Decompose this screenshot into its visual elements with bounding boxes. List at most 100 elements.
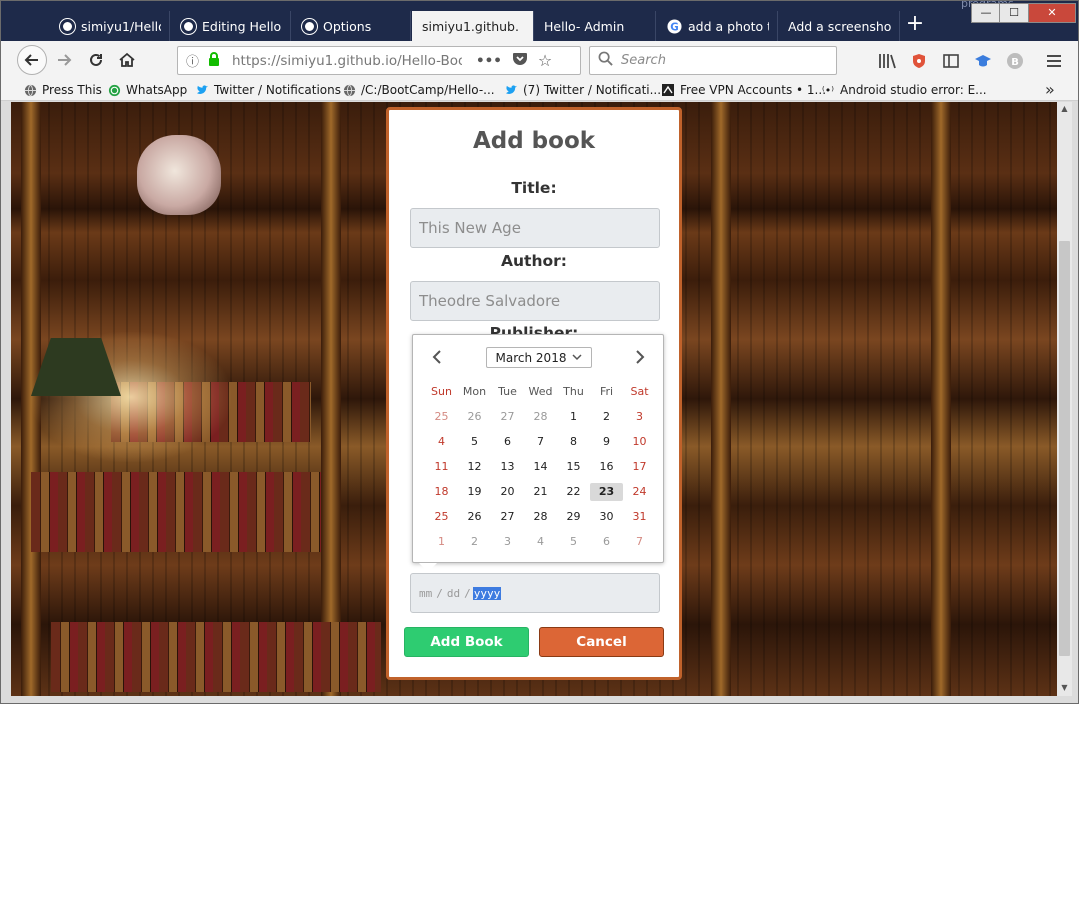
tab-add-photo[interactable]: G add a photo to [656,11,778,41]
calendar-day[interactable]: 25 [425,508,458,526]
calendar-day[interactable]: 12 [458,458,491,476]
calendar-day-outside[interactable]: 28 [524,408,557,426]
lock-icon[interactable] [208,51,224,70]
scroll-down-arrow-icon[interactable]: ▼ [1058,683,1071,692]
close-window-button[interactable]: ✕ [1028,3,1076,23]
reload-button[interactable] [81,45,111,75]
calendar-day[interactable]: 30 [590,508,623,526]
url-text[interactable]: https://simiyu1.github.io/Hello-Books/ [232,53,462,69]
calendar-day[interactable]: 24 [623,483,656,501]
tab-add-screenshot[interactable]: Add a screenshot to [778,11,900,41]
calendar-day-outside[interactable]: 26 [458,408,491,426]
date-input[interactable]: mm / dd / yyyy [410,573,660,613]
calendar-day[interactable]: 10 [623,433,656,451]
calendar-day[interactable]: 9 [590,433,623,451]
home-button[interactable] [112,45,142,75]
calendar-day[interactable]: 2 [590,408,623,426]
bookmark-star-icon[interactable]: ☆ [538,51,552,70]
calendar-day[interactable]: 4 [425,433,458,451]
calendar-day[interactable]: 22 [557,483,590,501]
calendar-day-outside[interactable]: 27 [491,408,524,426]
calendar-day[interactable]: 27 [491,508,524,526]
calendar-day-outside[interactable]: 3 [491,533,524,551]
calendar-day[interactable]: 21 [524,483,557,501]
calendar-day[interactable]: 17 [623,458,656,476]
extension-b-icon[interactable]: B [1005,51,1025,71]
cancel-button[interactable]: Cancel [539,627,664,657]
info-icon[interactable]: ⓘ [186,51,204,70]
calendar-day[interactable]: 5 [458,433,491,451]
minimize-button[interactable]: — [971,3,1001,23]
search-bar[interactable]: Search [589,46,837,75]
title-input[interactable] [410,208,660,248]
chevron-right-icon [636,350,645,364]
shield-extension-icon[interactable] [909,51,929,71]
calendar-day-outside[interactable]: 4 [524,533,557,551]
tab-github-repo[interactable]: simiyu1/Hello- [49,11,170,41]
book-row [31,472,321,552]
calendar-day-outside[interactable]: 6 [590,533,623,551]
bookmark-android-studio[interactable]: ⁽•⁾ Android studio error: E... [821,82,987,98]
calendar-day[interactable]: 14 [524,458,557,476]
calendar-day-outside[interactable]: 2 [458,533,491,551]
calendar-day[interactable]: 11 [425,458,458,476]
calendar-day-outside[interactable]: 1 [425,533,458,551]
bookmark-twitter-7[interactable]: (7) Twitter / Notificati... [504,82,661,98]
bookmark-label: Free VPN Accounts • 1... [680,83,827,97]
sidebar-icon[interactable] [941,51,961,71]
bookmarks-overflow-button[interactable]: » [1045,80,1055,99]
calendar-day-outside[interactable]: 7 [623,533,656,551]
maximize-button[interactable]: ☐ [999,3,1029,23]
scroll-up-arrow-icon[interactable]: ▲ [1058,104,1071,113]
navigation-toolbar: ⓘ https://simiyu1.github.io/Hello-Books/… [1,41,1078,79]
calendar-day[interactable]: 19 [458,483,491,501]
calendar-day-outside[interactable]: 25 [425,408,458,426]
bookmark-press-this[interactable]: Press This [23,82,102,98]
pocket-icon[interactable] [512,52,528,70]
bookmark-bootcamp-local[interactable]: /C:/BootCamp/Hello-... [342,82,495,98]
calendar-day[interactable]: 31 [623,508,656,526]
calendar-day[interactable]: 3 [623,408,656,426]
back-button[interactable] [17,45,47,75]
prev-month-button[interactable] [432,349,442,369]
calendar-day[interactable]: 26 [458,508,491,526]
new-tab-button[interactable]: + [901,11,929,39]
calendar-day[interactable]: 6 [491,433,524,451]
calendar-day[interactable]: 16 [590,458,623,476]
date-day-segment[interactable]: dd [447,587,460,600]
calendar-day[interactable]: 23 [590,483,623,501]
calendar-day[interactable]: 1 [557,408,590,426]
calendar-day[interactable]: 18 [425,483,458,501]
bookmark-twitter-notifications[interactable]: Twitter / Notifications [195,82,341,98]
tab-editing-hello[interactable]: Editing Hello-B [170,11,291,41]
author-input[interactable] [410,281,660,321]
extension-cap-icon[interactable] [973,51,993,71]
scrollbar-thumb[interactable] [1059,241,1070,656]
page-actions-icon[interactable]: ••• [476,53,502,69]
calendar-day[interactable]: 7 [524,433,557,451]
next-month-button[interactable] [635,349,645,369]
date-year-segment[interactable]: yyyy [472,586,502,600]
github-icon [59,18,75,34]
add-book-button[interactable]: Add Book [404,627,529,657]
address-bar[interactable]: ⓘ https://simiyu1.github.io/Hello-Books/… [177,46,581,75]
tab-options[interactable]: Options [291,11,411,41]
calendar-day[interactable]: 8 [557,433,590,451]
tab-hello-admin[interactable]: Hello- Admin [534,11,656,41]
month-year-select[interactable]: March 2018 [486,347,592,368]
calendar-day[interactable]: 20 [491,483,524,501]
calendar-day[interactable]: 13 [491,458,524,476]
calendar-day[interactable]: 29 [557,508,590,526]
calendar-day[interactable]: 28 [524,508,557,526]
calendar-day[interactable]: 15 [557,458,590,476]
calendar-day-outside[interactable]: 5 [557,533,590,551]
menu-icon[interactable] [1044,51,1064,71]
bookmark-label: (7) Twitter / Notificati... [523,83,662,97]
tab-active-github-io[interactable]: simiyu1.github. [412,11,534,41]
forward-button[interactable] [49,45,79,75]
weekday-header: Wed [528,385,553,398]
bookmark-whatsapp[interactable]: WhatsApp [107,82,187,98]
library-icon[interactable] [877,51,897,71]
date-month-segment[interactable]: mm [419,587,432,600]
bookmark-free-vpn[interactable]: Free VPN Accounts • 1... [661,82,826,98]
